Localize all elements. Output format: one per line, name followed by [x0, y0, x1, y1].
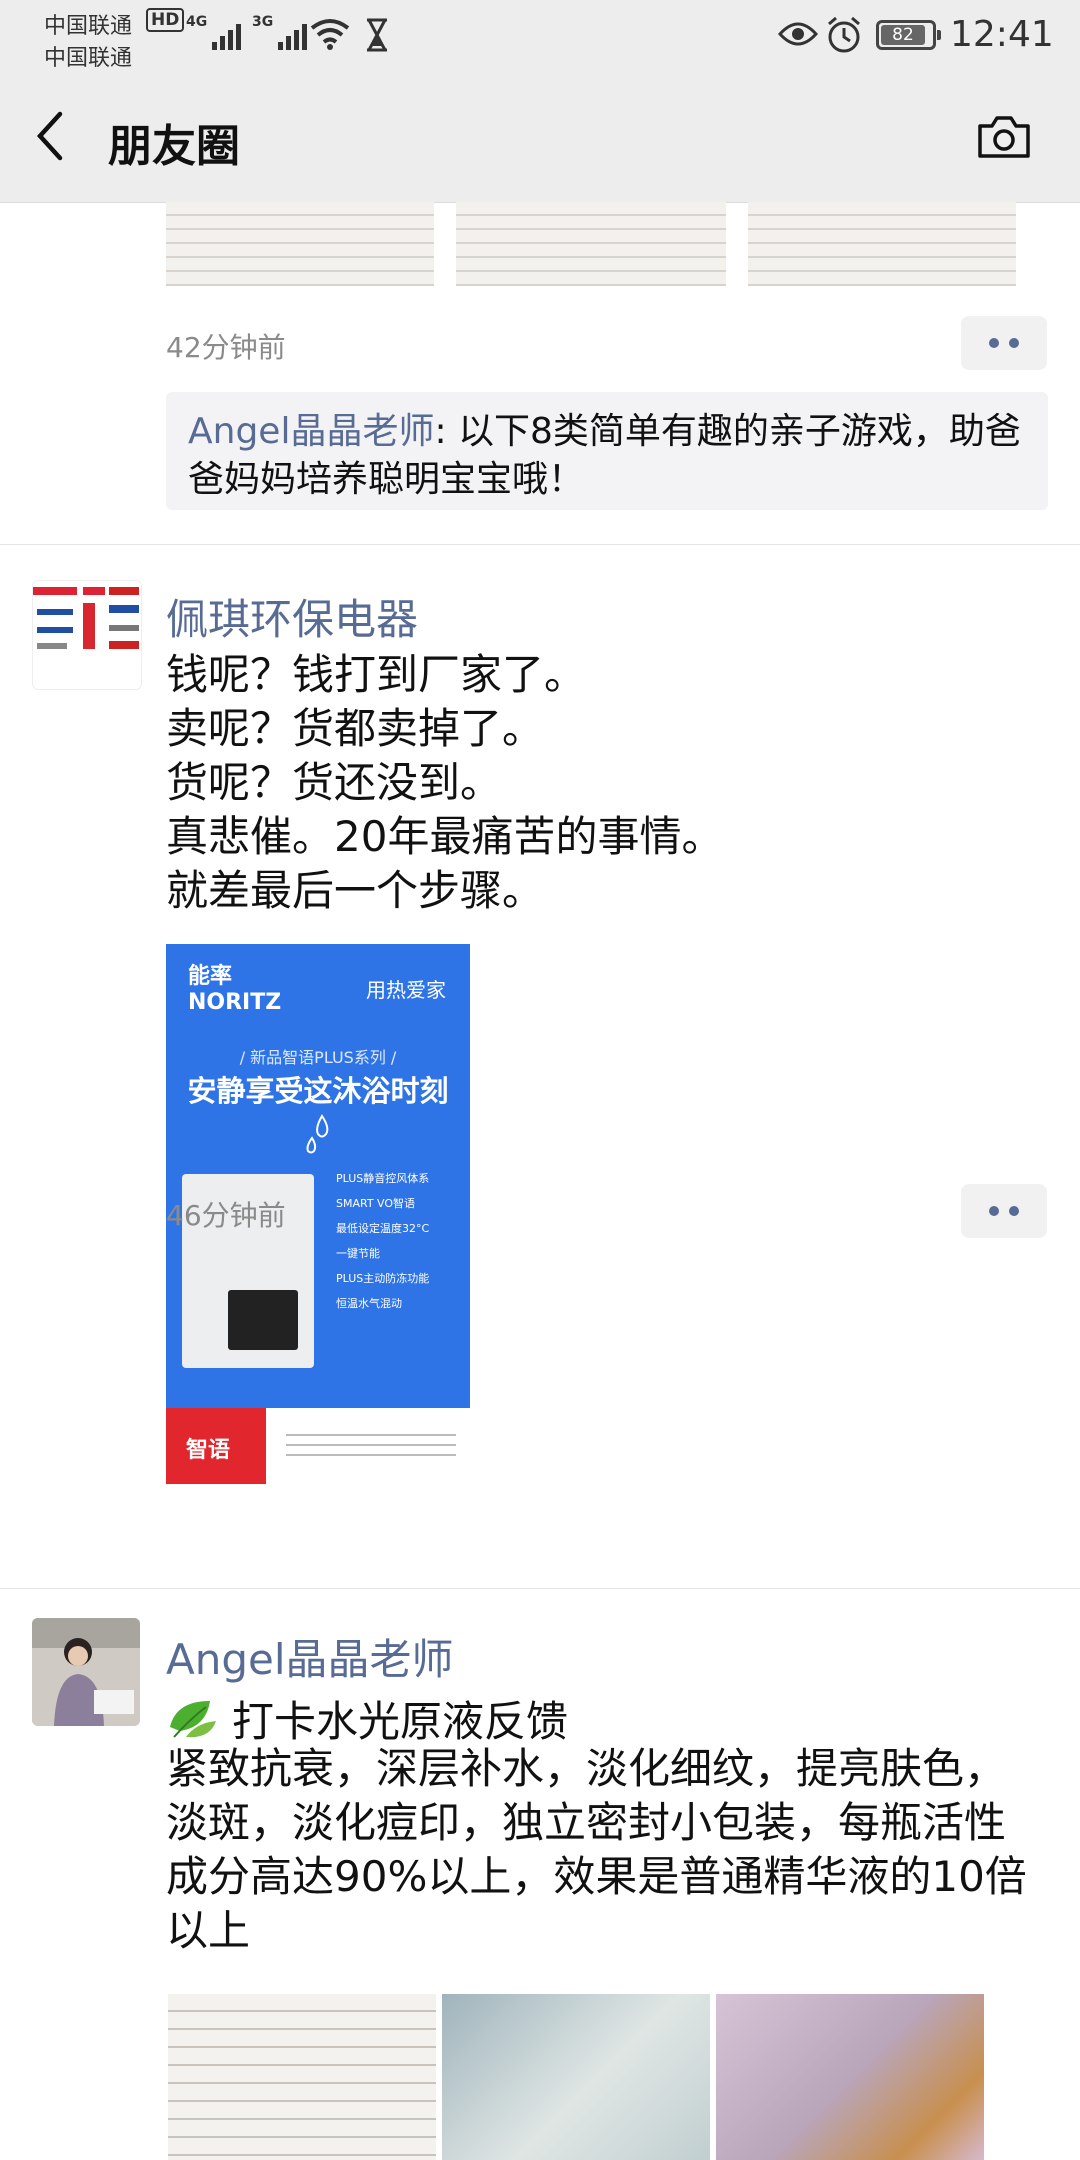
- ad-brand-en: NORITZ: [188, 990, 282, 1015]
- back-icon[interactable]: [32, 110, 66, 162]
- status-bar: 中国联通 中国联通 HD 4G 3G 82 12:41: [0, 0, 1080, 74]
- signal-3g-icon: 3G: [252, 14, 308, 50]
- hourglass-icon: [367, 18, 387, 52]
- person-photo: [32, 1618, 140, 1726]
- page-title: 朋友圈: [108, 121, 240, 172]
- post-image[interactable]: [168, 1994, 436, 2160]
- ad-features: PLUS静音控风体系 SMART VO智语 最低设定温度32°C 一键节能 PL…: [336, 1172, 430, 1310]
- more-actions-button[interactable]: [961, 1184, 1047, 1238]
- post-image[interactable]: [456, 202, 726, 286]
- post-title: 打卡水光原液反馈: [166, 1688, 568, 1749]
- comment[interactable]: Angel晶晶老师: 以下8类简单有趣的亲子游戏，助爸爸妈妈培养聪明宝宝哦！: [188, 408, 1028, 504]
- camera-icon[interactable]: [976, 114, 1032, 160]
- ad-brand-cn: 能率: [188, 964, 233, 989]
- water-drop-icon: [306, 1114, 329, 1154]
- ad-headline: 安静享受这沐浴时刻: [187, 1074, 449, 1108]
- post-title-text: 打卡水光原液反馈: [232, 1697, 569, 1746]
- signal-4g-icon: 4G: [186, 14, 242, 50]
- post-time: 46分钟前: [166, 1199, 286, 1232]
- status-time: 12:41: [950, 14, 1054, 55]
- avatar[interactable]: [32, 1618, 140, 1726]
- moments-feed: 42分钟前 Angel晶晶老师: 以下8类简单有趣的亲子游戏，助爸爸妈妈培养聪明…: [0, 202, 1080, 2160]
- post-image[interactable]: [748, 202, 1016, 286]
- post-images: [168, 1994, 984, 2160]
- carrier-2: 中国联通: [44, 46, 133, 71]
- post-divider: [0, 544, 1080, 545]
- hd-badge: HD: [146, 8, 185, 32]
- previous-post-images: [166, 202, 1016, 286]
- comment-author[interactable]: Angel晶晶老师: [188, 411, 434, 452]
- comment-separator: :: [434, 411, 459, 452]
- battery-icon: 82: [876, 20, 941, 50]
- post-image[interactable]: [716, 1994, 984, 2160]
- post-divider: [0, 1588, 1080, 1589]
- more-actions-button[interactable]: [961, 316, 1047, 370]
- post-text: 钱呢？钱打到厂家了。 卖呢？货都卖掉了。 货呢？货还没到。 真悲催。20年最痛苦…: [166, 650, 724, 915]
- brand-logos-icon: [33, 587, 139, 649]
- wifi-icon: [310, 19, 350, 50]
- ad-footer: 智语: [166, 1408, 470, 1484]
- post-author[interactable]: 佩琪环保电器: [166, 586, 418, 647]
- post-image[interactable]: [166, 202, 434, 286]
- ad-series: / 新品智语PLUS系列 /: [239, 1048, 397, 1067]
- post-time: 42分钟前: [166, 331, 286, 364]
- post-image[interactable]: [442, 1994, 710, 2160]
- post-author[interactable]: Angel晶晶老师: [166, 1626, 454, 1687]
- leaf-icon: [170, 1700, 216, 1738]
- battery-level: 82: [881, 25, 925, 45]
- post-text: 紧致抗衰，深层补水，淡化细纹，提亮肤色，淡斑，淡化痘印，独立密封小包装，每瓶活性…: [166, 1744, 1027, 1955]
- avatar[interactable]: [32, 580, 142, 690]
- ad-tagline: 用热爱家: [366, 978, 446, 1002]
- eye-icon: [778, 22, 818, 46]
- comment-box: Angel晶晶老师: 以下8类简单有趣的亲子游戏，助爸爸妈妈培养聪明宝宝哦！: [166, 392, 1048, 510]
- nav-bar: 朋友圈: [0, 74, 1080, 203]
- ad-brand: 能率 NORITZ: [188, 964, 281, 1016]
- carrier-1: 中国联通: [44, 14, 133, 39]
- alarm-icon: [828, 16, 860, 53]
